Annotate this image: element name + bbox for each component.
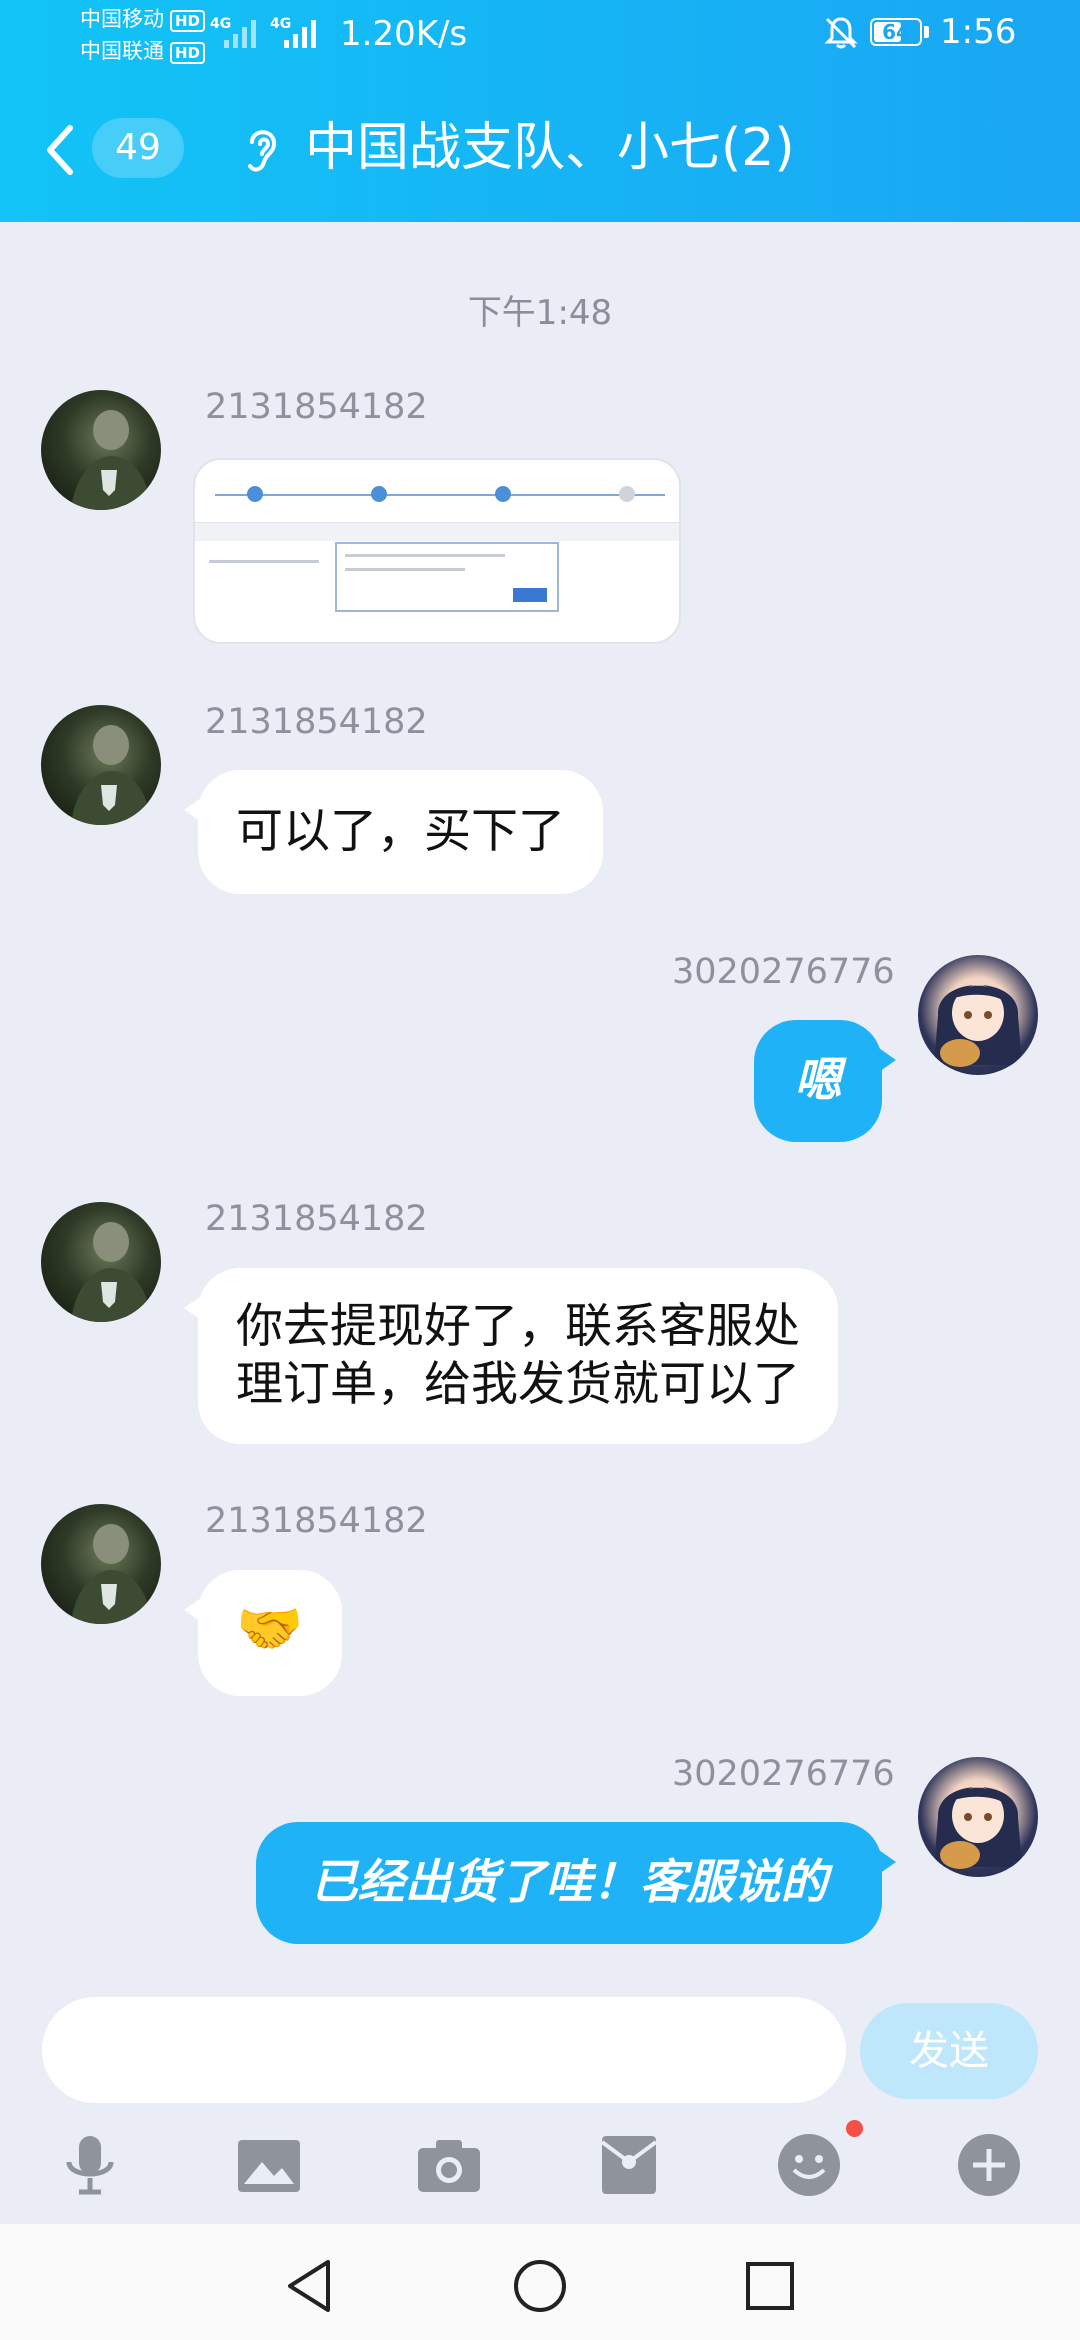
plus-icon[interactable]	[956, 2132, 1022, 2198]
sender-id: 2131854182	[205, 387, 428, 427]
battery-cap	[924, 26, 929, 38]
sender-id: 2131854182	[205, 1199, 428, 1239]
image-step	[495, 486, 511, 502]
image-dialog-box	[335, 542, 559, 612]
chat-title[interactable]: 中国战支队、小七(2)	[305, 116, 795, 180]
sender-id: 3020276776	[672, 952, 895, 992]
carrier-2-name: 中国联通	[80, 39, 164, 63]
emoji-icon[interactable]	[776, 2132, 842, 2198]
system-navigation-bar	[0, 2224, 1080, 2340]
image-step	[247, 486, 263, 502]
carrier-1-name: 中国移动	[80, 7, 164, 31]
image-text-line	[345, 554, 505, 557]
back-triangle-icon[interactable]	[280, 2256, 340, 2316]
message-bubble[interactable]: 你去提现好了，联系客服处 理订单，给我发货就可以了	[184, 1268, 838, 1444]
sender-id: 3020276776	[672, 1754, 895, 1794]
emoji-notification-dot	[846, 2120, 863, 2137]
sender-id: 2131854182	[205, 1501, 428, 1541]
red-packet-icon[interactable]	[596, 2132, 662, 2198]
soldier-avatar-image	[71, 725, 151, 825]
message-bubble[interactable]: 已经出货了哇！客服说的	[256, 1822, 896, 1944]
recent-square-icon[interactable]	[740, 2256, 800, 2316]
ear-mode-icon[interactable]	[240, 120, 284, 180]
camera-icon[interactable]	[416, 2132, 482, 2198]
image-header-strip	[195, 522, 679, 541]
timestamp-separator: 下午1:48	[467, 293, 613, 333]
sender-id: 2131854182	[205, 702, 428, 742]
signal-icon-1	[224, 20, 256, 48]
battery-icon: 64	[870, 18, 922, 46]
soldier-avatar-image	[71, 1222, 151, 1322]
image-text-line	[209, 560, 319, 563]
avatar[interactable]	[41, 390, 161, 510]
status-bar: 中国移动 HD 中国联通 HD 4G 4G 1.20K/s 64 1:56	[0, 0, 1080, 70]
avatar[interactable]	[41, 705, 161, 825]
image-step	[619, 486, 635, 502]
avatar[interactable]	[41, 1504, 161, 1624]
image-message[interactable]	[193, 458, 681, 644]
message-line: 理订单，给我发货就可以了	[236, 1357, 800, 1412]
image-progress-line	[215, 494, 665, 496]
soldier-avatar-image	[71, 1524, 151, 1624]
signal-icon-2	[284, 20, 316, 48]
mute-bell-icon	[824, 17, 858, 49]
status-time: 1:56	[940, 12, 1017, 52]
carrier-2: 中国联通 HD	[80, 38, 206, 64]
image-step	[371, 486, 387, 502]
home-circle-icon[interactable]	[510, 2256, 570, 2316]
message-input[interactable]	[42, 1997, 846, 2103]
image-dialog-button	[513, 588, 547, 602]
avatar[interactable]	[918, 955, 1038, 1075]
net-speed: 1.20K/s	[340, 14, 468, 54]
avatar[interactable]	[918, 1757, 1038, 1877]
message-bubble[interactable]: 可以了，买下了	[184, 770, 603, 894]
send-button[interactable]: 发送	[860, 2003, 1038, 2099]
image-text-line	[345, 568, 465, 571]
back-chevron-icon[interactable]	[40, 120, 80, 180]
soldier-avatar-image	[71, 410, 151, 510]
microphone-icon[interactable]	[57, 2132, 123, 2198]
carrier-1: 中国移动 HD	[80, 6, 206, 32]
hd-badge-2: HD	[170, 42, 206, 64]
chat-header: 中国移动HD 中国联通HD 4G 4G 1.20K/s 64 1:56 49	[0, 0, 1080, 222]
handshake-emoji-message[interactable]: 🤝	[184, 1570, 342, 1696]
battery-percent: 64	[882, 20, 910, 44]
anime-avatar-image	[934, 985, 1022, 1067]
hd-badge-1: HD	[170, 10, 206, 32]
image-icon[interactable]	[236, 2132, 302, 2198]
title-row: 49 中国战支队、小七(2)	[0, 100, 1080, 200]
message-line: 你去提现好了，联系客服处	[236, 1299, 800, 1354]
unread-count-badge[interactable]: 49	[92, 118, 184, 178]
anime-avatar-image	[934, 1787, 1022, 1869]
message-bubble[interactable]: 嗯	[754, 1020, 896, 1142]
avatar[interactable]	[41, 1202, 161, 1322]
